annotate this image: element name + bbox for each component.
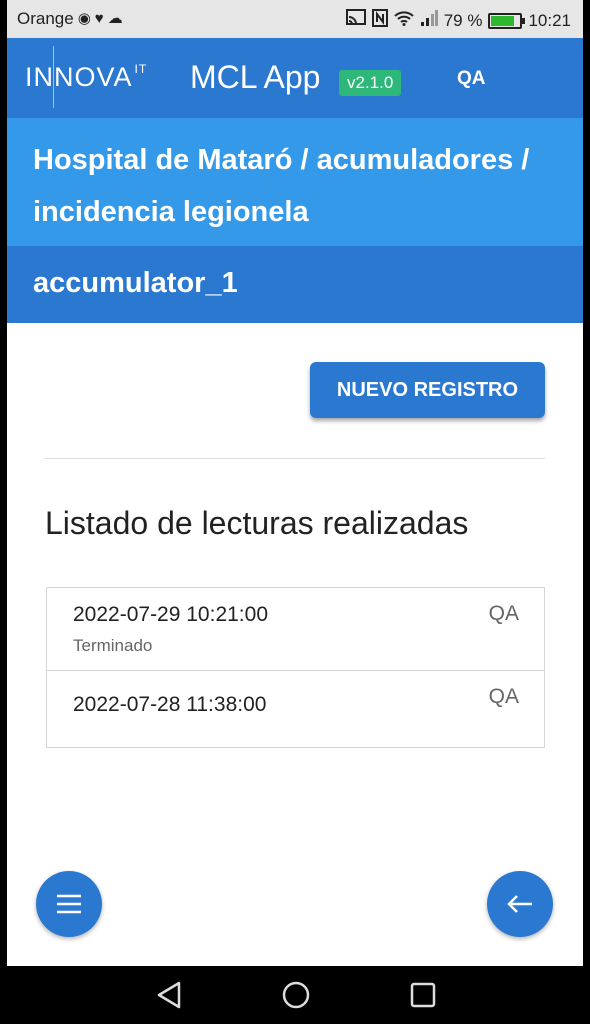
battery-percent: 79 % [443, 10, 483, 30]
version-badge: v2.1.0 [339, 70, 402, 96]
nav-back-button[interactable] [155, 980, 183, 1015]
nav-recents-button[interactable] [409, 980, 437, 1015]
battery-icon [488, 12, 526, 29]
reading-item[interactable]: 2022-07-29 10:21:00 Terminado QA [47, 588, 544, 671]
signal-icon [420, 10, 438, 31]
new-record-button[interactable]: NUEVO REGISTRO [310, 362, 545, 418]
reading-user: QA [488, 685, 519, 708]
cloud-icon: ☁ [107, 10, 123, 27]
logo-divider [53, 46, 54, 108]
logo-text: INNOVA [25, 62, 133, 92]
nav-home-button[interactable] [281, 980, 311, 1015]
device-title: accumulator_1 [7, 246, 583, 323]
app-name: MCL App [190, 59, 321, 95]
chrome-icon: ◉ [77, 10, 91, 27]
reading-user: QA [488, 602, 519, 625]
menu-button[interactable] [36, 871, 102, 937]
carrier-label: Orange [17, 9, 74, 28]
clock: 10:21 [528, 10, 571, 30]
app-header: INNOVA IT MCL App v2.1.0 QA [7, 38, 583, 118]
readings-list-title: Listado de lecturas realizadas [45, 505, 469, 541]
reading-status: Terminado [73, 636, 153, 655]
arrow-left-icon [507, 895, 532, 913]
heart-icon: ♥ [94, 10, 104, 27]
breadcrumb: Hospital de Mataró / acumuladores / inci… [7, 118, 583, 246]
hamburger-menu-icon [57, 894, 81, 914]
reading-item[interactable]: 2022-07-28 11:38:00 QA [47, 671, 544, 747]
recents-square-icon [410, 982, 436, 1008]
nfc-icon [371, 9, 388, 32]
back-triangle-icon [157, 981, 181, 1009]
wifi-icon [394, 10, 414, 31]
reading-datetime: 2022-07-28 11:38:00 [73, 693, 267, 716]
system-nav-bar [0, 966, 590, 1024]
app-screen: Orange ◉ ♥ ☁ 79 % 10:21 INNOVA IT MCL Ap… [7, 0, 583, 966]
status-bar: Orange ◉ ♥ ☁ 79 % 10:21 [7, 0, 583, 38]
reading-datetime: 2022-07-29 10:21:00 [73, 603, 268, 626]
back-button[interactable] [487, 871, 553, 937]
section-divider [45, 458, 545, 459]
readings-list: 2022-07-29 10:21:00 Terminado QA 2022-07… [46, 587, 545, 748]
user-label[interactable]: QA [457, 68, 486, 90]
innova-logo: INNOVA IT [25, 62, 147, 93]
home-circle-icon [282, 981, 310, 1009]
logo-superscript: IT [134, 62, 148, 76]
cast-icon [345, 9, 366, 32]
